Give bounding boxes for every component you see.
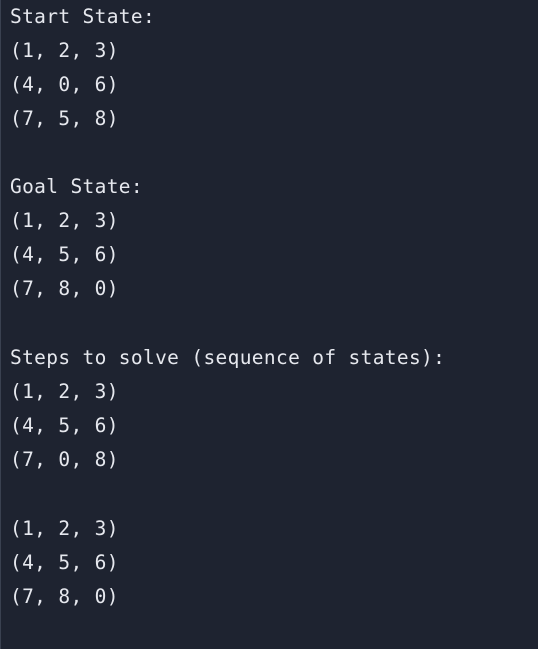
step-1-row-1: (1, 2, 3) <box>10 380 119 403</box>
step-2-row-1: (1, 2, 3) <box>10 517 119 540</box>
console-output: Start State: (1, 2, 3) (4, 0, 6) (7, 5, … <box>1 0 537 649</box>
step-2-row-2: (4, 5, 6) <box>10 551 119 574</box>
step-1-row-2: (4, 5, 6) <box>10 414 119 437</box>
start-state-row-2: (4, 0, 6) <box>10 73 119 96</box>
goal-state-row-3: (7, 8, 0) <box>10 277 119 300</box>
goal-state-header: Goal State: <box>10 175 143 198</box>
step-2-row-3: (7, 8, 0) <box>10 585 119 608</box>
goal-state-row-1: (1, 2, 3) <box>10 209 119 232</box>
start-state-header: Start State: <box>10 5 156 28</box>
start-state-row-1: (1, 2, 3) <box>10 39 119 62</box>
steps-header: Steps to solve (sequence of states): <box>10 346 446 369</box>
start-state-row-3: (7, 5, 8) <box>10 107 119 130</box>
goal-state-row-2: (4, 5, 6) <box>10 243 119 266</box>
step-1-row-3: (7, 0, 8) <box>10 448 119 471</box>
